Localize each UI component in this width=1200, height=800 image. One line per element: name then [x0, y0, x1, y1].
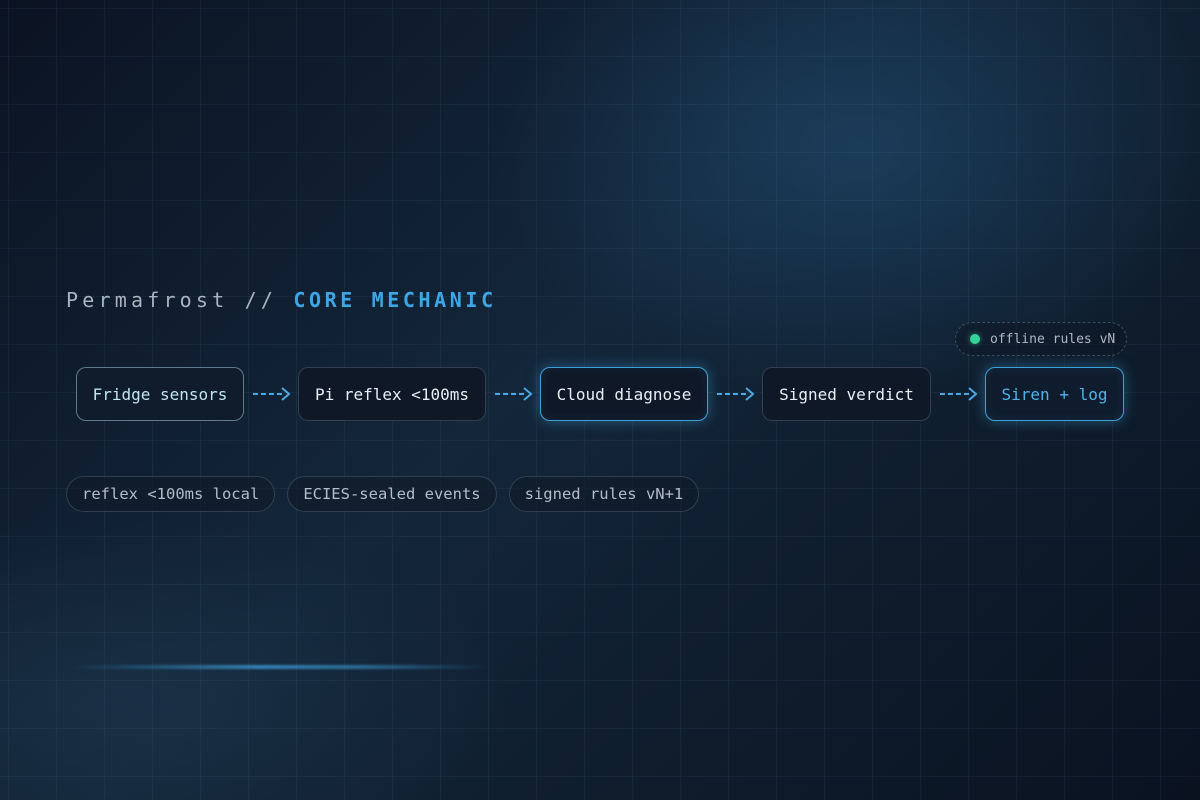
node-label: Siren + log — [1001, 384, 1108, 404]
node-fridge-sensors: Fridge sensors — [76, 367, 244, 421]
decorative-glow-line — [70, 665, 490, 669]
tag-reflex-local: reflex <100ms local — [66, 476, 276, 512]
feature-tags: reflex <100ms local ECIES-sealed events … — [66, 476, 700, 512]
dashed-arrow-right-icon — [940, 387, 978, 401]
tag-ecies-sealed: ECIES-sealed events — [287, 476, 497, 512]
node-label: Signed verdict — [779, 384, 914, 404]
dashed-arrow-right-icon — [495, 387, 533, 401]
node-label: Pi reflex <100ms — [314, 384, 470, 404]
status-dot-icon — [970, 334, 980, 344]
offline-rules-badge: offline rules vN — [955, 322, 1127, 356]
node-label: Fridge sensors — [92, 384, 228, 404]
diagram-canvas: Permafrost // CORE MECHANIC offline rule… — [0, 0, 1200, 800]
title-prefix: Permafrost // — [66, 288, 294, 312]
node-signed-verdict: Signed verdict — [762, 367, 931, 421]
page-title: Permafrost // CORE MECHANIC — [66, 288, 497, 312]
dashed-arrow-right-icon — [717, 387, 755, 401]
node-pi-reflex: Pi reflex <100ms — [298, 367, 486, 421]
node-siren-log: Siren + log — [985, 367, 1124, 421]
tag-signed-rules: signed rules vN+1 — [508, 476, 700, 512]
dashed-arrow-right-icon — [253, 387, 291, 401]
node-cloud-diagnose: Cloud diagnose — [540, 367, 708, 421]
node-label: Cloud diagnose — [556, 384, 692, 404]
title-accent: CORE MECHANIC — [293, 288, 497, 312]
offline-rules-label: offline rules vN — [990, 331, 1116, 347]
